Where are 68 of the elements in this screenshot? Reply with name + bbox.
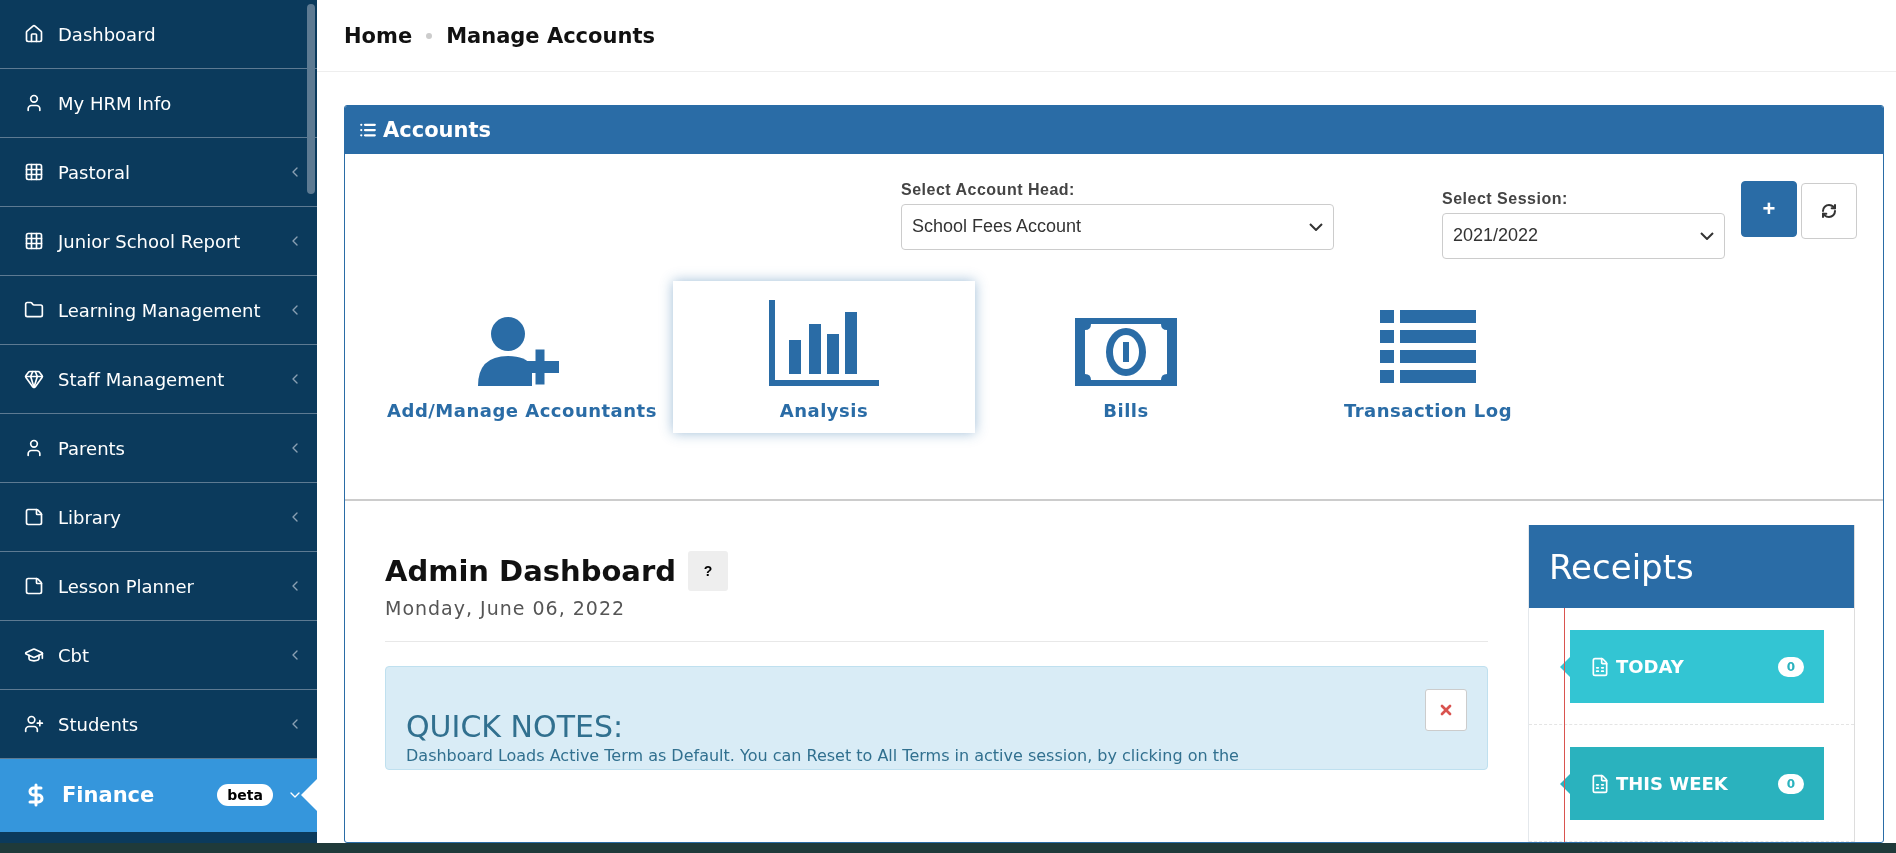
spreadsheet-icon: [1590, 773, 1610, 794]
sidebar-label: Junior School Report: [58, 230, 242, 252]
sidebar-item[interactable]: Staff Management: [0, 345, 317, 414]
dashboard-date: Monday, June 06, 2022: [385, 597, 1488, 642]
breadcrumb-item[interactable]: Home: [344, 23, 413, 48]
close-button[interactable]: [1425, 689, 1467, 731]
home-icon: [24, 24, 44, 44]
field-label: Select Account Head:: [901, 180, 1076, 199]
account-head-select[interactable]: School Fees Account: [901, 203, 1334, 250]
count-badge: 0: [1777, 656, 1804, 677]
sidebar-label: Finance: [62, 783, 156, 807]
account-tile[interactable]: Transaction Log: [1277, 280, 1579, 433]
help-button[interactable]: ?: [687, 551, 728, 591]
sidebar-label: Learning Management: [58, 299, 262, 321]
sidebar-item[interactable]: Parents: [0, 414, 317, 483]
receipts-title: Receipts: [1529, 525, 1854, 608]
breadcrumb-separator: [426, 32, 433, 39]
field-label: Select Session:: [1442, 189, 1569, 208]
user-icon: [24, 438, 44, 458]
sidebar-item[interactable]: Junior School Report: [0, 207, 317, 276]
sidebar-label: Cbt: [58, 644, 91, 666]
scrollbar-thumb[interactable]: [307, 4, 315, 194]
sidebar-label: Parents: [58, 437, 126, 459]
sidebar-item[interactable]: Lesson Planner: [0, 552, 317, 621]
grid-icon: [24, 162, 44, 182]
count-badge: 0: [1777, 773, 1804, 794]
user-plus-icon: [24, 714, 44, 734]
note-icon: [24, 576, 44, 596]
notes-title: QUICK NOTES:: [406, 709, 624, 744]
account-tile[interactable]: Add/Manage Accountants: [371, 280, 673, 433]
folder-icon: [24, 300, 44, 320]
notes-text: Dashboard Loads Active Term as Default. You can Reset to All Terms in active session, by clicking on the: [406, 746, 1240, 765]
sidebar-label: Students: [58, 713, 140, 735]
sidebar-label: Library: [58, 506, 122, 528]
beta-badge: beta: [217, 784, 273, 806]
breadcrumb-item: Manage Accounts: [446, 23, 655, 48]
receipt-label: THIS WEEK: [1616, 773, 1729, 794]
sidebar-item[interactable]: Learning Management: [0, 276, 317, 345]
sidebar-label: Dashboard: [58, 23, 157, 45]
sidebar-label: My HRM Info: [58, 92, 173, 114]
sidebar-label: Pastoral: [58, 161, 131, 183]
sidebar-label: Lesson Planner: [58, 575, 195, 597]
active-notch: [301, 777, 319, 813]
panel-title: Accounts: [383, 117, 491, 142]
chevron-down-icon: [1309, 222, 1323, 231]
account-tile[interactable]: Bills: [975, 280, 1277, 433]
note-icon: [24, 507, 44, 527]
sidebar-item[interactable]: Library: [0, 483, 317, 552]
list-icon: [1380, 309, 1476, 386]
close-icon: [1438, 702, 1454, 718]
chevron-down-icon: [1700, 231, 1714, 240]
receipt-label: TODAY: [1616, 656, 1685, 677]
user-icon: [24, 93, 44, 113]
dashboard-title: Admin Dashboard: [385, 554, 676, 588]
banknote-icon: [1075, 317, 1177, 386]
sidebar-label: Staff Management: [58, 368, 226, 390]
account-tile[interactable]: Analysis: [673, 280, 975, 433]
spreadsheet-icon: [1590, 656, 1610, 677]
diamond-icon: [24, 369, 44, 389]
add-button[interactable]: +: [1741, 180, 1797, 237]
sidebar-item[interactable]: Finance beta: [0, 759, 317, 832]
refresh-icon: [1821, 202, 1837, 219]
grid-icon: [24, 231, 44, 251]
session-select[interactable]: 2021/2022: [1442, 212, 1725, 259]
refresh-button[interactable]: [1801, 182, 1857, 239]
sidebar-item[interactable]: Cbt: [0, 621, 317, 690]
bar-chart-icon: [769, 299, 879, 386]
graduation-cap-icon: [24, 645, 44, 665]
